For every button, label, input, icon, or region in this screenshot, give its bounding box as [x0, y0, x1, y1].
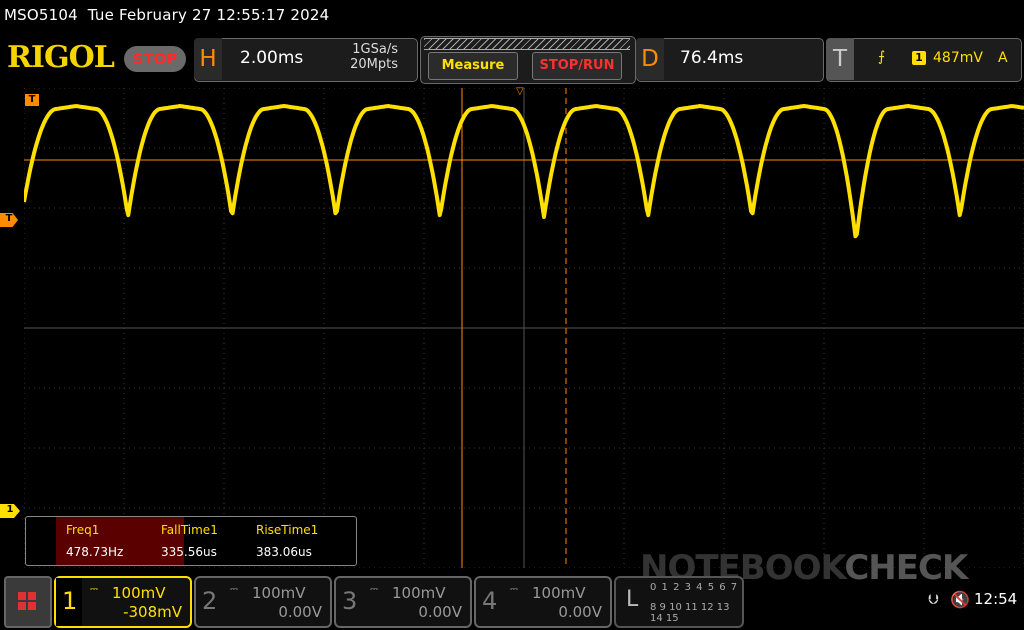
measurement-value: 478.73Hz — [66, 545, 124, 559]
horizontal-letter: H — [194, 38, 222, 80]
memory-position-bar — [424, 38, 630, 50]
sample-rate-info: 1GSa/s 20Mpts — [330, 42, 398, 72]
trigger-position-marker[interactable]: ▽ — [516, 86, 524, 98]
ch1-offset-marker[interactable]: 1 — [0, 504, 20, 518]
status-line: MSO5104 Tue February 27 12:55:17 2024 — [4, 6, 329, 24]
channel-4-box[interactable]: 4 ⎓ 100mV 0.00V — [474, 576, 612, 628]
datetime-label: Tue February 27 12:55:17 2024 — [87, 6, 330, 24]
timebase-value: 2.00ms — [240, 48, 304, 68]
channel-1-box[interactable]: 1 ⎓ 100mV -308mV — [54, 576, 192, 628]
channel-number: 4 — [482, 587, 498, 615]
stop-run-button[interactable]: STOP/RUN — [532, 52, 622, 80]
trigger-letter: T — [826, 38, 854, 80]
dc-coupling-icon: ⎓ — [370, 584, 378, 595]
channel-scale: 100mV — [252, 584, 306, 602]
channel-scale: 100mV — [112, 584, 166, 602]
channel-offset: 0.00V — [278, 603, 322, 621]
dc-coupling-icon: ⎓ — [90, 584, 98, 595]
measurement-value: 335.56us — [161, 545, 217, 559]
measurement-name: RiseTime1 — [256, 523, 319, 537]
channel-number: 1 — [62, 587, 78, 615]
channel-2-box[interactable]: 2 ⎓ 100mV 0.00V — [194, 576, 332, 628]
usb-icon: ⮋ — [928, 592, 939, 608]
delay-value: 76.4ms — [680, 48, 744, 68]
run-state-badge[interactable]: STOP — [124, 46, 186, 72]
trigger-mode: A — [998, 50, 1008, 66]
measurement-name: FallTime1 — [161, 523, 218, 537]
measurement-panel[interactable]: Freq1 478.73Hz FallTime1 335.56us RiseTi… — [25, 516, 357, 566]
channel-scale: 100mV — [392, 584, 446, 602]
sample-rate: 1GSa/s — [352, 42, 398, 57]
memory-depth: 20Mpts — [350, 57, 398, 72]
trigger-time-marker[interactable]: T — [25, 94, 39, 106]
trigger-level-marker[interactable]: T — [0, 213, 18, 227]
measure-button[interactable]: Measure — [428, 52, 518, 80]
logic-analyzer-box[interactable]: L 0 1 2 3 4 5 6 7 8 9 10 11 12 13 14 15 — [614, 576, 744, 628]
channel-scale: 100mV — [532, 584, 586, 602]
channel-offset: 0.00V — [418, 603, 462, 621]
dc-coupling-icon: ⎓ — [510, 584, 518, 595]
channel-3-box[interactable]: 3 ⎓ 100mV 0.00V — [334, 576, 472, 628]
logic-channels-high: 8 9 10 11 12 13 14 15 — [650, 602, 730, 624]
model-label: MSO5104 — [4, 6, 78, 24]
main-menu-button[interactable] — [4, 576, 52, 628]
speaker-muted-icon[interactable]: 🔇 — [950, 590, 970, 609]
logic-channels-low: 0 1 2 3 4 5 6 7 — [650, 582, 739, 593]
channel-number: 3 — [342, 587, 358, 615]
dc-coupling-icon: ⎓ — [230, 584, 238, 595]
logic-letter: L — [626, 587, 639, 612]
channel-offset: 0.00V — [558, 603, 602, 621]
brand-logo: RIGOL — [7, 40, 115, 75]
waveform-grid[interactable] — [24, 88, 1024, 568]
measurement-value: 383.06us — [256, 545, 312, 559]
trigger-source: 1 — [912, 51, 926, 65]
rising-edge-icon: ⨍ — [878, 49, 886, 65]
delay-letter: D — [636, 38, 664, 80]
channel-offset: -308mV — [123, 603, 182, 621]
measurement-name: Freq1 — [66, 523, 100, 537]
trigger-level: 487mV — [933, 50, 983, 66]
clock: 12:54 — [974, 590, 1018, 608]
channel-number: 2 — [202, 587, 218, 615]
